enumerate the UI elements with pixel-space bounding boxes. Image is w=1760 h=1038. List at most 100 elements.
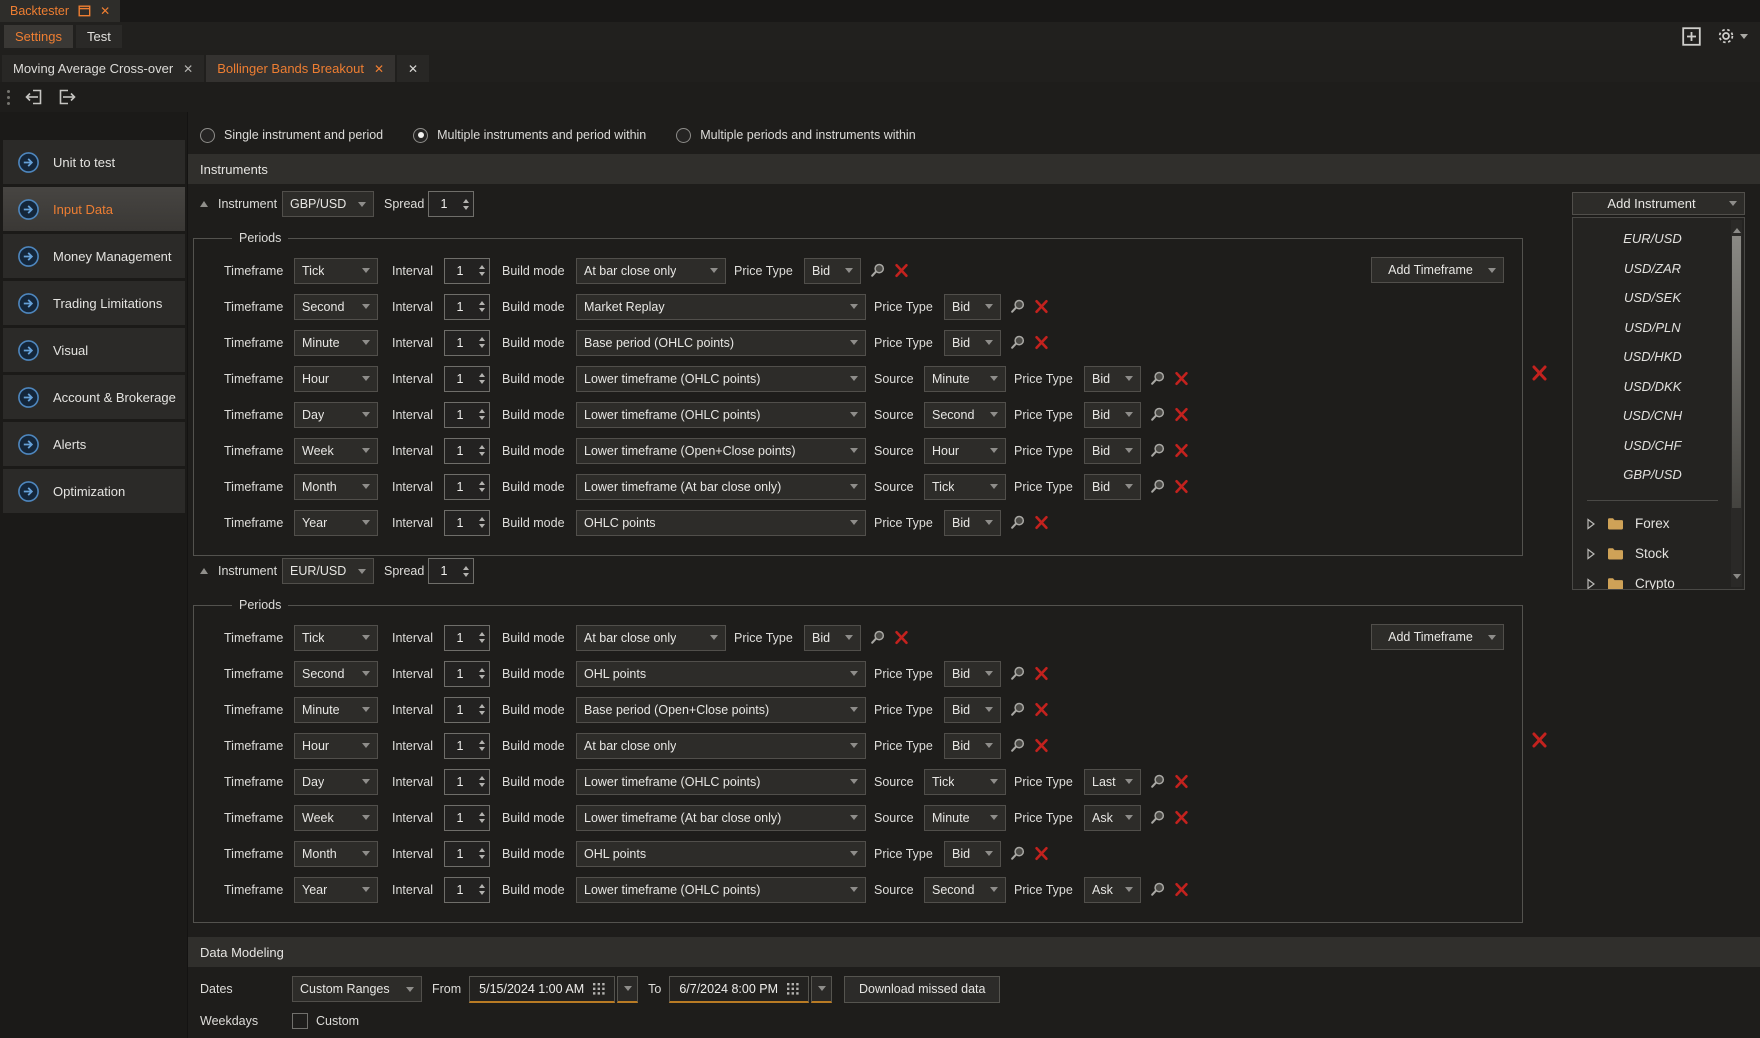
dates-mode-select[interactable]: Custom Ranges — [292, 976, 422, 1002]
remove-timeframe-button[interactable] — [1034, 515, 1049, 530]
picker-group-crypto[interactable]: Crypto — [1573, 569, 1744, 591]
spinner-up-down-icon[interactable] — [475, 511, 489, 535]
radio-multiple-periods-and-instruments-within[interactable]: Multiple periods and instruments within — [676, 128, 915, 143]
spinner-up-down-icon[interactable] — [459, 559, 473, 583]
doc-tab-moving-average-cross-over[interactable]: Moving Average Cross-over ✕ — [2, 55, 204, 82]
sidebar-item-account-brokerage[interactable]: Account & Brokerage — [3, 375, 185, 419]
spinner-up-down-icon[interactable] — [475, 770, 489, 794]
interval-input[interactable]: 1 — [444, 661, 490, 687]
source-select[interactable]: Minute — [924, 366, 1006, 392]
to-date-dropdown-button[interactable] — [811, 976, 832, 1003]
add-instrument-button[interactable]: Add Instrument — [1572, 192, 1745, 215]
source-select[interactable]: Tick — [924, 769, 1006, 795]
picker-group-stock[interactable]: Stock — [1573, 539, 1744, 569]
close-tab-icon[interactable]: ✕ — [374, 63, 384, 75]
scroll-up-icon[interactable] — [1733, 224, 1741, 233]
remove-timeframe-button[interactable] — [1174, 443, 1189, 458]
build-mode-select[interactable]: Base period (Open+Close points) — [576, 697, 866, 723]
interval-input[interactable]: 1 — [444, 625, 490, 651]
build-mode-select[interactable]: At bar close only — [576, 733, 866, 759]
timeframe-select[interactable]: Hour — [294, 366, 378, 392]
timeframe-select[interactable]: Second — [294, 661, 378, 687]
build-mode-select[interactable]: At bar close only — [576, 258, 726, 284]
picker-symbol-usd-zar[interactable]: USD/ZAR — [1573, 254, 1744, 284]
interval-input[interactable]: 1 — [444, 841, 490, 867]
interval-input[interactable]: 1 — [444, 877, 490, 903]
timeframe-select[interactable]: Month — [294, 474, 378, 500]
timeframe-select[interactable]: Week — [294, 438, 378, 464]
build-mode-select[interactable]: OHLC points — [576, 510, 866, 536]
interval-input[interactable]: 1 — [444, 402, 490, 428]
spinner-up-down-icon[interactable] — [475, 403, 489, 427]
picker-symbol-usd-pln[interactable]: USD/PLN — [1573, 313, 1744, 343]
interval-input[interactable]: 1 — [444, 258, 490, 284]
source-select[interactable]: Minute — [924, 805, 1006, 831]
spinner-up-down-icon[interactable] — [475, 842, 489, 866]
remove-timeframe-button[interactable] — [894, 630, 909, 645]
interval-input[interactable]: 1 — [444, 438, 490, 464]
remove-timeframe-button[interactable] — [1034, 666, 1049, 681]
export-settings-icon[interactable] — [56, 86, 78, 108]
remove-instrument-button[interactable] — [1531, 364, 1548, 381]
from-date-dropdown-button[interactable] — [617, 976, 638, 1003]
spread-input[interactable]: 1 — [428, 558, 474, 584]
price-type-select[interactable]: Bid — [944, 733, 1001, 759]
picker-symbol-gbp-usd[interactable]: GBP/USD — [1573, 460, 1744, 490]
timeframe-select[interactable]: Second — [294, 294, 378, 320]
collapse-icon[interactable] — [200, 201, 208, 207]
build-mode-select[interactable]: Lower timeframe (OHLC points) — [576, 366, 866, 392]
interval-input[interactable]: 1 — [444, 733, 490, 759]
timeframe-select[interactable]: Day — [294, 402, 378, 428]
magnifier-icon[interactable] — [1149, 370, 1166, 387]
magnifier-icon[interactable] — [1149, 881, 1166, 898]
sidebar-item-trading-limitations[interactable]: Trading Limitations — [3, 281, 185, 325]
timeframe-select[interactable]: Day — [294, 769, 378, 795]
price-type-select[interactable]: Bid — [804, 625, 861, 651]
timeframe-select[interactable]: Week — [294, 805, 378, 831]
remove-timeframe-button[interactable] — [1174, 774, 1189, 789]
magnifier-icon[interactable] — [1149, 478, 1166, 495]
download-missed-data-button[interactable]: Download missed data — [844, 976, 1000, 1003]
timeframe-select[interactable]: Minute — [294, 697, 378, 723]
spinner-up-down-icon[interactable] — [475, 331, 489, 355]
add-panel-icon[interactable] — [1682, 27, 1701, 46]
build-mode-select[interactable]: Market Replay — [576, 294, 866, 320]
sidebar-item-optimization[interactable]: Optimization — [3, 469, 185, 513]
price-type-select[interactable]: Bid — [944, 661, 1001, 687]
magnifier-icon[interactable] — [869, 262, 886, 279]
price-type-select[interactable]: Last — [1084, 769, 1141, 795]
timeframe-select[interactable]: Tick — [294, 625, 378, 651]
price-type-select[interactable]: Bid — [944, 841, 1001, 867]
from-date-input[interactable]: 5/15/2024 1:00 AM — [469, 976, 615, 1003]
magnifier-icon[interactable] — [1009, 334, 1026, 351]
tab-settings[interactable]: Settings — [4, 25, 73, 48]
price-type-select[interactable]: Ask — [1084, 805, 1141, 831]
magnifier-icon[interactable] — [1009, 701, 1026, 718]
picker-symbol-usd-sek[interactable]: USD/SEK — [1573, 283, 1744, 313]
magnifier-icon[interactable] — [1149, 809, 1166, 826]
timeframe-select[interactable]: Minute — [294, 330, 378, 356]
remove-timeframe-button[interactable] — [1034, 335, 1049, 350]
sidebar-item-visual[interactable]: Visual — [3, 328, 185, 372]
picker-symbol-usd-hkd[interactable]: USD/HKD — [1573, 342, 1744, 372]
remove-timeframe-button[interactable] — [1174, 371, 1189, 386]
price-type-select[interactable]: Bid — [1084, 438, 1141, 464]
spinner-up-down-icon[interactable] — [475, 295, 489, 319]
source-select[interactable]: Tick — [924, 474, 1006, 500]
close-window-icon[interactable]: ✕ — [100, 5, 110, 17]
magnifier-icon[interactable] — [1009, 737, 1026, 754]
source-select[interactable]: Second — [924, 402, 1006, 428]
close-tab-icon[interactable]: ✕ — [183, 63, 193, 75]
remove-timeframe-button[interactable] — [1034, 738, 1049, 753]
timeframe-select[interactable]: Hour — [294, 733, 378, 759]
interval-input[interactable]: 1 — [444, 697, 490, 723]
build-mode-select[interactable]: OHL points — [576, 841, 866, 867]
add-timeframe-button[interactable]: Add Timeframe — [1371, 624, 1504, 650]
build-mode-select[interactable]: Base period (OHLC points) — [576, 330, 866, 356]
magnifier-icon[interactable] — [1149, 773, 1166, 790]
interval-input[interactable]: 1 — [444, 769, 490, 795]
price-type-select[interactable]: Bid — [944, 510, 1001, 536]
spinner-up-down-icon[interactable] — [475, 878, 489, 902]
magnifier-icon[interactable] — [1009, 298, 1026, 315]
remove-timeframe-button[interactable] — [1034, 846, 1049, 861]
